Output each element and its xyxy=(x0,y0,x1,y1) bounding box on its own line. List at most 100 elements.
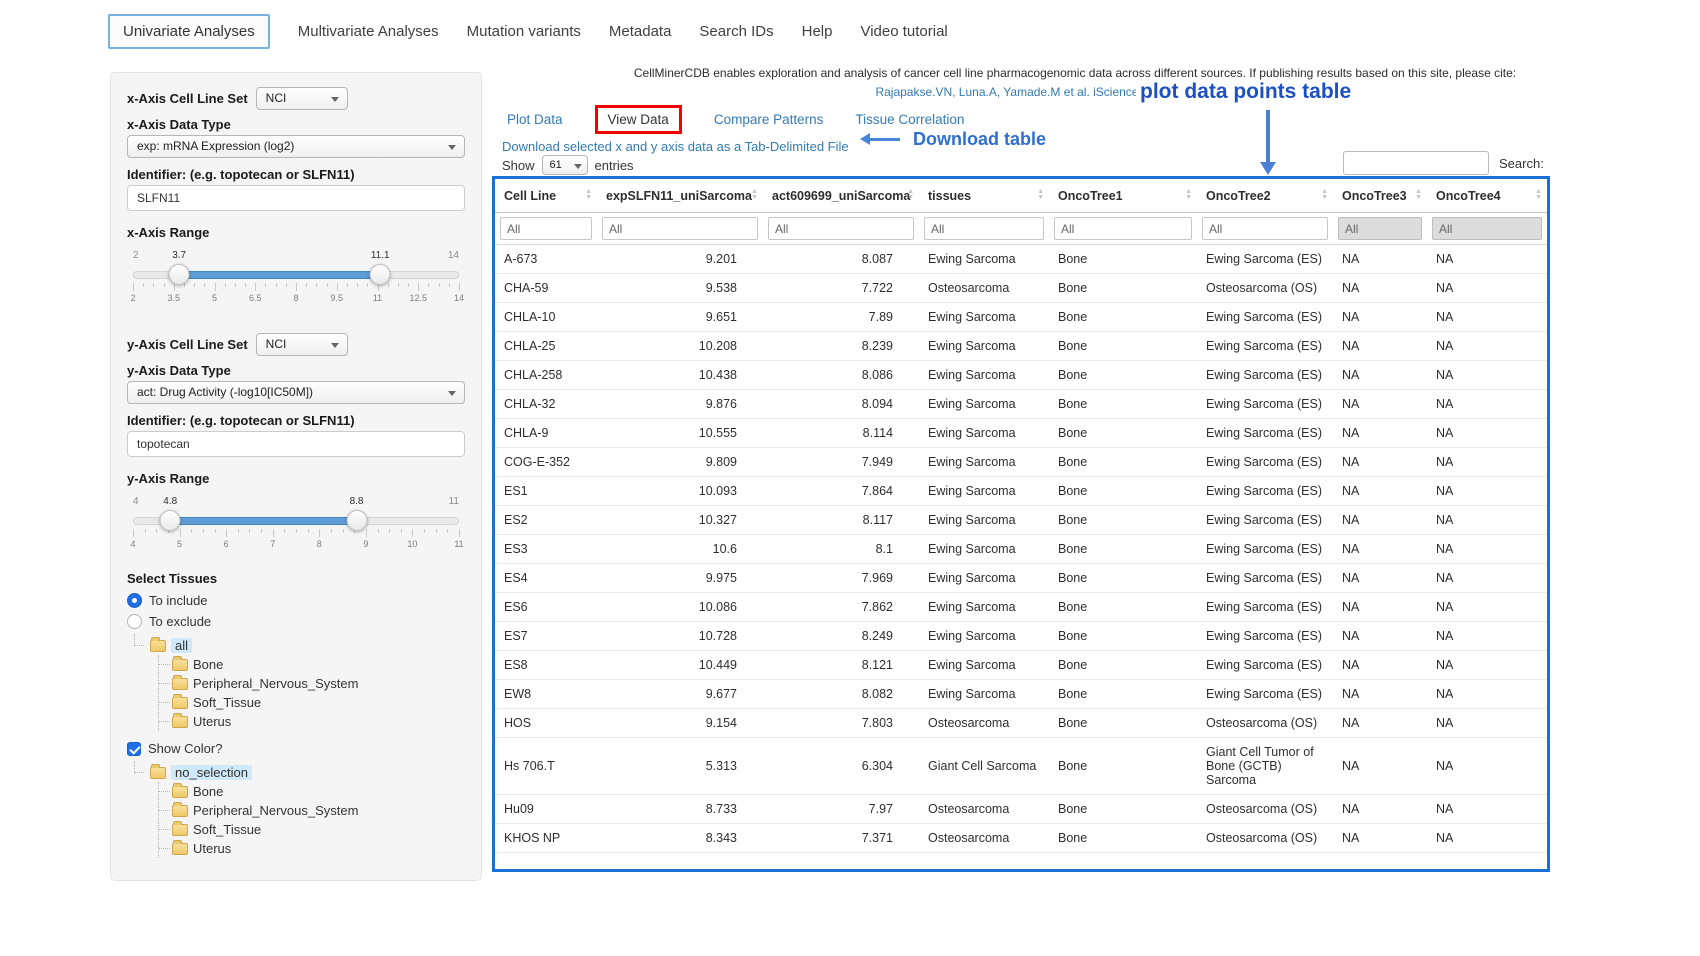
left-arrow-icon xyxy=(864,138,900,141)
subtab-view-data[interactable]: View Data xyxy=(595,105,682,134)
tree-node-all[interactable]: all xyxy=(131,635,465,655)
tree-node-bone[interactable]: Bone xyxy=(159,782,465,801)
subtab-plot-data[interactable]: Plot Data xyxy=(507,112,563,127)
subtab-tissue-correlation[interactable]: Tissue Correlation xyxy=(855,112,964,127)
table-cell: Ewing Sarcoma (ES) xyxy=(1197,564,1333,593)
sort-icon[interactable]: ▲▼ xyxy=(1415,189,1422,201)
tree-node-bone[interactable]: Bone xyxy=(159,655,465,674)
nav-tab-help[interactable]: Help xyxy=(802,23,833,40)
table-row-hu09[interactable]: Hu098.7337.97OsteosarcomaBoneOsteosarcom… xyxy=(495,795,1547,824)
sort-icon[interactable]: ▲▼ xyxy=(1185,189,1192,201)
table-row-es2[interactable]: ES210.3278.117Ewing SarcomaBoneEwing Sar… xyxy=(495,506,1547,535)
download-tab-delimited-link[interactable]: Download selected x and y axis data as a… xyxy=(502,139,849,154)
table-row-chla-32[interactable]: CHLA-329.8768.094Ewing SarcomaBoneEwing … xyxy=(495,390,1547,419)
table-row-khos-np[interactable]: KHOS NP8.3437.371OsteosarcomaBoneOsteosa… xyxy=(495,824,1547,853)
folder-icon xyxy=(172,697,188,709)
table-row-hos[interactable]: HOS9.1547.803OsteosarcomaBoneOsteosarcom… xyxy=(495,709,1547,738)
table-row-chla-25[interactable]: CHLA-2510.2088.239Ewing SarcomaBoneEwing… xyxy=(495,332,1547,361)
search-input[interactable] xyxy=(1343,151,1489,175)
y-cell-line-set-select[interactable]: NCI xyxy=(256,333,348,356)
table-row-a-673[interactable]: A-6739.2018.087Ewing SarcomaBoneEwing Sa… xyxy=(495,245,1547,274)
tree-node-peripheral-nervous-system[interactable]: Peripheral_Nervous_System xyxy=(159,801,465,820)
sort-icon[interactable]: ▲▼ xyxy=(1037,189,1044,201)
tree-node-no-selection[interactable]: no_selection xyxy=(131,762,465,782)
table-cell: NA xyxy=(1333,738,1427,795)
table-cell: NA xyxy=(1333,477,1427,506)
citation-line2[interactable]: Rajapakse.VN, Luna.A, Yamade.M et al. iS… xyxy=(495,85,1655,99)
column-header-expslfn11-unisarcoma[interactable]: expSLFN11_uniSarcoma▲▼ xyxy=(597,179,763,213)
slider-handle-max[interactable] xyxy=(370,264,391,285)
table-row-cha-59[interactable]: CHA-599.5387.722OsteosarcomaBoneOsteosar… xyxy=(495,274,1547,303)
nav-tab-univariate-analyses[interactable]: Univariate Analyses xyxy=(108,14,270,49)
column-header-cell-line[interactable]: Cell Line▲▼ xyxy=(495,179,597,213)
nav-tab-video-tutorial[interactable]: Video tutorial xyxy=(860,23,947,40)
table-cell: Ewing Sarcoma xyxy=(919,593,1049,622)
y-data-type-select[interactable]: act: Drug Activity (-log10[IC50M]) xyxy=(127,381,465,404)
filter-input-tissues[interactable] xyxy=(924,217,1044,240)
filter-input-oncotree2[interactable] xyxy=(1202,217,1328,240)
column-header-oncotree4[interactable]: OncoTree4▲▼ xyxy=(1427,179,1547,213)
slider-handle-min[interactable] xyxy=(169,264,190,285)
table-row-es3[interactable]: ES310.68.1Ewing SarcomaBoneEwing Sarcoma… xyxy=(495,535,1547,564)
table-row-es7[interactable]: ES710.7288.249Ewing SarcomaBoneEwing Sar… xyxy=(495,622,1547,651)
table-cell: 7.862 xyxy=(763,593,919,622)
slider-from-value: 4.8 xyxy=(163,496,177,507)
nav-tab-multivariate-analyses[interactable]: Multivariate Analyses xyxy=(298,23,439,40)
folder-icon xyxy=(172,843,188,855)
table-row-es8[interactable]: ES810.4498.121Ewing SarcomaBoneEwing Sar… xyxy=(495,651,1547,680)
table-cell: Ewing Sarcoma xyxy=(919,332,1049,361)
table-cell: Ewing Sarcoma xyxy=(919,245,1049,274)
radio-to-exclude[interactable]: To exclude xyxy=(127,614,465,629)
column-header-tissues[interactable]: tissues▲▼ xyxy=(919,179,1049,213)
filter-input-oncotree4[interactable] xyxy=(1432,217,1542,240)
y-axis-range-slider[interactable]: 4 11 4.8 8.8 4567891011 xyxy=(133,511,459,555)
filter-input-cell-line[interactable] xyxy=(500,217,592,240)
show-color-checkbox[interactable]: Show Color? xyxy=(127,741,465,756)
table-row-chla-9[interactable]: CHLA-910.5558.114Ewing SarcomaBoneEwing … xyxy=(495,419,1547,448)
table-cell: Osteosarcoma xyxy=(919,795,1049,824)
column-header-oncotree2[interactable]: OncoTree2▲▼ xyxy=(1197,179,1333,213)
table-cell: Bone xyxy=(1049,824,1197,853)
table-row-chla-258[interactable]: CHLA-25810.4388.086Ewing SarcomaBoneEwin… xyxy=(495,361,1547,390)
y-cell-line-set-label: y-Axis Cell Line Set xyxy=(127,337,248,352)
x-cell-line-set-select[interactable]: NCI xyxy=(256,87,348,110)
tree-node-soft-tissue[interactable]: Soft_Tissue xyxy=(159,693,465,712)
subtab-compare-patterns[interactable]: Compare Patterns xyxy=(714,112,824,127)
tree-node-peripheral-nervous-system[interactable]: Peripheral_Nervous_System xyxy=(159,674,465,693)
table-row-es4[interactable]: ES49.9757.969Ewing SarcomaBoneEwing Sarc… xyxy=(495,564,1547,593)
radio-to-include[interactable]: To include xyxy=(127,593,465,608)
filter-input-oncotree3[interactable] xyxy=(1338,217,1422,240)
x-data-type-select[interactable]: exp: mRNA Expression (log2) xyxy=(127,135,465,158)
tree-node-label: Uterus xyxy=(193,841,231,856)
sort-icon[interactable]: ▲▼ xyxy=(1321,189,1328,201)
filter-input-oncotree1[interactable] xyxy=(1054,217,1192,240)
x-identifier-input[interactable] xyxy=(127,185,465,211)
column-header-act609699-unisarcoma[interactable]: act609699_uniSarcoma▲▼ xyxy=(763,179,919,213)
tree-node-uterus[interactable]: Uterus xyxy=(159,712,465,731)
y-identifier-input[interactable] xyxy=(127,431,465,457)
table-row-chla-10[interactable]: CHLA-109.6517.89Ewing SarcomaBoneEwing S… xyxy=(495,303,1547,332)
filter-input-expslfn11-unisarcoma[interactable] xyxy=(602,217,758,240)
column-header-oncotree3[interactable]: OncoTree3▲▼ xyxy=(1333,179,1427,213)
sort-icon[interactable]: ▲▼ xyxy=(1535,189,1542,201)
slider-handle-min[interactable] xyxy=(160,510,181,531)
nav-tab-search-ids[interactable]: Search IDs xyxy=(699,23,773,40)
sort-icon[interactable]: ▲▼ xyxy=(751,189,758,201)
x-axis-range-slider[interactable]: 2 14 3.7 11.1 23.556.589.51112.514 xyxy=(133,265,459,309)
table-row-hs-706-t[interactable]: Hs 706.T5.3136.304Giant Cell SarcomaBone… xyxy=(495,738,1547,795)
entries-select[interactable]: 61 xyxy=(542,155,588,175)
filter-input-act609699-unisarcoma[interactable] xyxy=(768,217,914,240)
table-row-ew8[interactable]: EW89.6778.082Ewing SarcomaBoneEwing Sarc… xyxy=(495,680,1547,709)
nav-tab-mutation-variants[interactable]: Mutation variants xyxy=(467,23,581,40)
table-row-es6[interactable]: ES610.0867.862Ewing SarcomaBoneEwing Sar… xyxy=(495,593,1547,622)
table-row-cog-e-352[interactable]: COG-E-3529.8097.949Ewing SarcomaBoneEwin… xyxy=(495,448,1547,477)
tree-node-uterus[interactable]: Uterus xyxy=(159,839,465,858)
table-row-es1[interactable]: ES110.0937.864Ewing SarcomaBoneEwing Sar… xyxy=(495,477,1547,506)
nav-tab-metadata[interactable]: Metadata xyxy=(609,23,672,40)
sort-icon[interactable]: ▲▼ xyxy=(907,189,914,201)
tree-node-soft-tissue[interactable]: Soft_Tissue xyxy=(159,820,465,839)
table-cell: NA xyxy=(1333,622,1427,651)
sort-icon[interactable]: ▲▼ xyxy=(585,189,592,201)
column-header-oncotree1[interactable]: OncoTree1▲▼ xyxy=(1049,179,1197,213)
slider-handle-max[interactable] xyxy=(346,510,367,531)
